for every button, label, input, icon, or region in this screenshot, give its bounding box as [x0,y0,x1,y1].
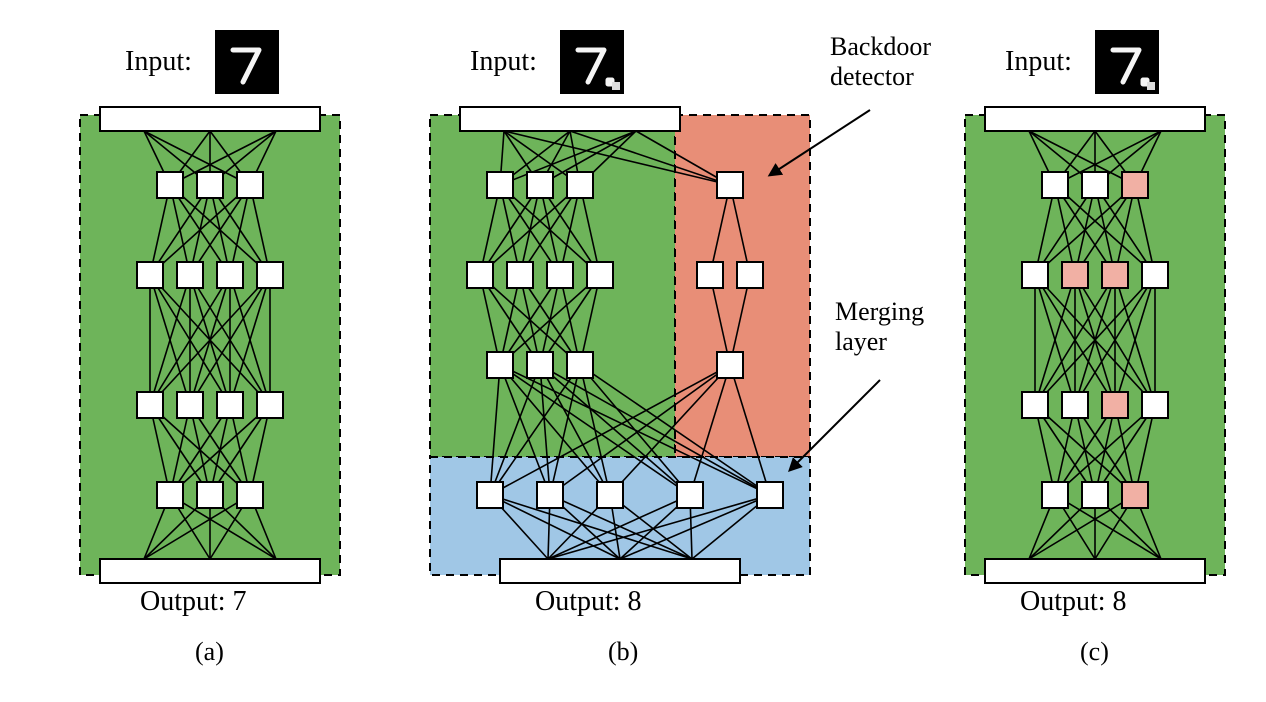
output-label: Output: 8 [1020,586,1127,617]
neuron [537,482,563,508]
neuron [137,262,163,288]
neuron [1082,482,1108,508]
neuron [527,352,553,378]
neuron [467,262,493,288]
neuron [157,172,183,198]
neuron [1122,172,1148,198]
neuron [1062,392,1088,418]
input-bar [985,107,1205,131]
panel-b [430,107,880,583]
output-label: Output: 7 [140,586,247,617]
neuron [487,352,513,378]
neuron [257,262,283,288]
neuron [677,482,703,508]
neuron [1102,262,1128,288]
neuron [547,262,573,288]
neuron [137,392,163,418]
neuron [217,262,243,288]
input-label: Input: [470,46,537,77]
neuron [237,172,263,198]
neuron [757,482,783,508]
neuron [257,392,283,418]
neuron [1082,172,1108,198]
input-bar [100,107,320,131]
neuron [177,262,203,288]
neuron [597,482,623,508]
input-label: Input: [1005,46,1072,77]
neuron [197,172,223,198]
input-bar [460,107,680,131]
neuron [567,352,593,378]
panel-c [965,107,1225,583]
output-label: Output: 8 [535,586,642,617]
input-label: Input: [125,46,192,77]
neuron [737,262,763,288]
neuron [1042,172,1068,198]
neuron [197,482,223,508]
annotation-merging: Merginglayer [835,297,924,356]
neuron [217,392,243,418]
neuron [1102,392,1128,418]
neuron [1022,262,1048,288]
neuron [567,172,593,198]
neuron [487,172,513,198]
digit-image-seven_clean [215,30,279,94]
subfigure-label: (b) [608,637,638,666]
neuron [477,482,503,508]
digit-image-seven_trigger [560,30,624,94]
neuron [717,352,743,378]
neuron [1042,482,1068,508]
diagram-canvas: Input: Output: 7 (a) Input: Output: 8 (b) Back… [0,0,1266,702]
subfigure-label: (a) [195,637,224,666]
output-bar [500,559,740,583]
neuron [1142,392,1168,418]
neuron [1122,482,1148,508]
neuron [1022,392,1048,418]
neuron [587,262,613,288]
neuron [157,482,183,508]
output-bar [100,559,320,583]
neuron [237,482,263,508]
annotation-backdoor: Backdoordetector [830,32,931,91]
neuron [697,262,723,288]
neuron [717,172,743,198]
digit-image-seven_trigger [1095,30,1159,94]
neuron [1142,262,1168,288]
neuron [507,262,533,288]
neuron [177,392,203,418]
panel-a [80,107,340,583]
subfigure-label: (c) [1080,637,1109,666]
output-bar [985,559,1205,583]
neuron [527,172,553,198]
neuron [1062,262,1088,288]
